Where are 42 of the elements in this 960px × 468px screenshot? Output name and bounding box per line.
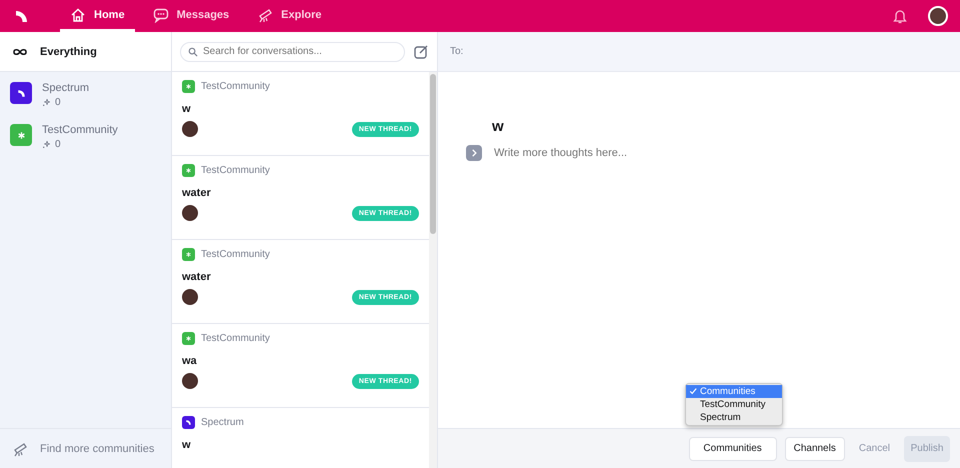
- dropdown-option[interactable]: Communities: [686, 385, 782, 398]
- author-avatar: [182, 121, 198, 137]
- community-select[interactable]: Communities: [688, 436, 777, 460]
- author-avatar: [182, 205, 198, 221]
- expand-button[interactable]: [466, 145, 482, 161]
- check-icon: [689, 387, 697, 395]
- community-name: TestCommunity: [201, 81, 270, 92]
- author-avatar: [182, 373, 198, 389]
- community-name: TestCommunity: [201, 249, 270, 260]
- thread-title: water: [182, 271, 212, 283]
- telescope-icon: [257, 6, 274, 22]
- community-name[interactable]: TestCommunity: [42, 124, 118, 136]
- nav-tab[interactable]: Explore: [247, 0, 332, 32]
- nav-tab[interactable]: Messages: [142, 0, 240, 32]
- channels-button[interactable]: Channels: [784, 436, 845, 460]
- sparkle-icon: [42, 98, 51, 107]
- thread-title: water: [182, 187, 212, 199]
- community-name: TestCommunity: [201, 165, 270, 176]
- everything-item[interactable]: Everything: [0, 32, 171, 72]
- thread-title: wa: [182, 355, 198, 367]
- member-count: 0: [55, 97, 61, 108]
- member-count: 0: [55, 139, 61, 150]
- sparkle-icon: [42, 140, 51, 149]
- dropdown-option[interactable]: Spectrum: [686, 411, 782, 424]
- compose-icon[interactable]: [413, 44, 429, 60]
- author-avatar: [182, 289, 198, 305]
- thread-title-text: w: [492, 118, 505, 135]
- scrollbar[interactable]: [429, 72, 437, 468]
- home-icon: [70, 6, 86, 22]
- dropdown-option[interactable]: TestCommunity: [686, 398, 782, 411]
- community-name: Spectrum: [201, 417, 244, 428]
- logo-icon: [14, 8, 30, 24]
- to-label: To:: [450, 46, 464, 57]
- chat-bubble-icon: [152, 6, 169, 22]
- search-field[interactable]: Search for conversations...: [180, 42, 405, 62]
- community-name[interactable]: Spectrum: [42, 82, 90, 94]
- telescope-icon: [12, 440, 28, 456]
- thread-title: w: [182, 103, 192, 115]
- find-communities-link[interactable]: Find more communities: [40, 442, 154, 454]
- user-avatar[interactable]: [928, 6, 948, 26]
- thread-title: w: [182, 439, 192, 451]
- community-name: TestCommunity: [201, 333, 270, 344]
